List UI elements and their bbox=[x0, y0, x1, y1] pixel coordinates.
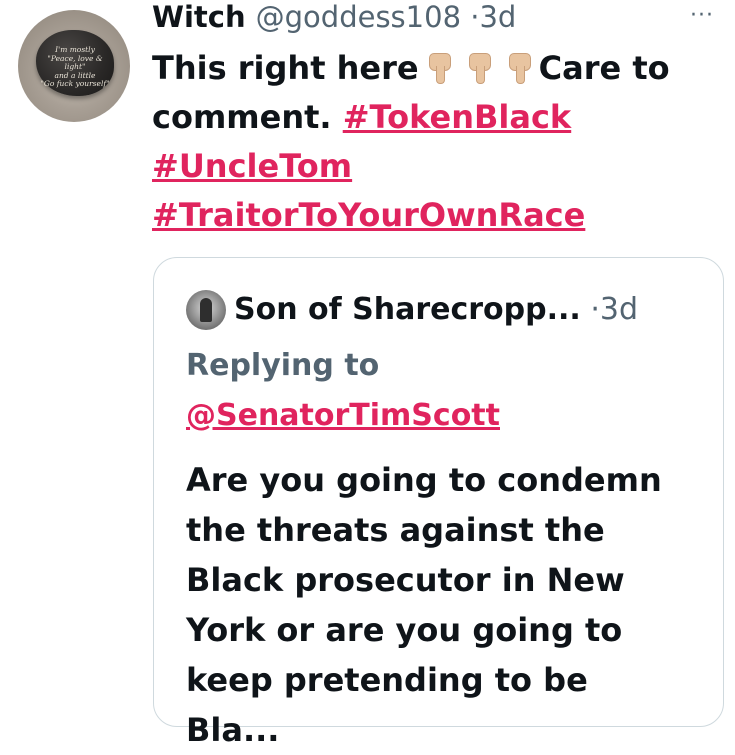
point-down-icon bbox=[425, 53, 453, 84]
user-handle[interactable]: @goddess108 bbox=[256, 0, 461, 34]
point-down-icon bbox=[505, 53, 533, 84]
quoted-timestamp[interactable]: 3d bbox=[600, 292, 638, 327]
hashtag-token-black[interactable]: #TokenBlack bbox=[343, 98, 571, 136]
more-options-icon[interactable]: ··· bbox=[690, 0, 714, 32]
display-name[interactable]: Witch bbox=[152, 0, 246, 34]
mention-link[interactable]: @SenatorTimScott bbox=[186, 396, 500, 436]
statue-figure bbox=[200, 298, 212, 322]
hashtag-traitor[interactable]: #TraitorToYourOwnRace bbox=[152, 196, 585, 234]
avatar[interactable]: I'm mostly "Peace, love & light" and a l… bbox=[18, 10, 130, 122]
tweet-text-part1: This right here bbox=[152, 49, 419, 87]
quoted-avatar[interactable] bbox=[186, 290, 226, 330]
tweet-header: Witch @goddess108 ·3d bbox=[152, 0, 516, 34]
timestamp[interactable]: 3d bbox=[479, 0, 516, 34]
quoted-tweet-text: Are you going to condemn the threats aga… bbox=[186, 461, 662, 749]
point-down-icon bbox=[465, 53, 493, 84]
replying-to-label: Replying to bbox=[186, 348, 380, 383]
avatar-stone-text: I'm mostly "Peace, love & light" and a l… bbox=[40, 45, 110, 88]
quoted-display-name[interactable]: Son of Sharecropp... bbox=[234, 292, 581, 327]
hashtag-uncle-tom[interactable]: #UncleTom bbox=[152, 147, 352, 185]
quoted-tweet-header: Son of Sharecropp... ·3d bbox=[234, 290, 638, 330]
separator-dot: · bbox=[590, 292, 600, 327]
tweet-text: This right here Care to comment. #TokenBl… bbox=[152, 44, 727, 240]
